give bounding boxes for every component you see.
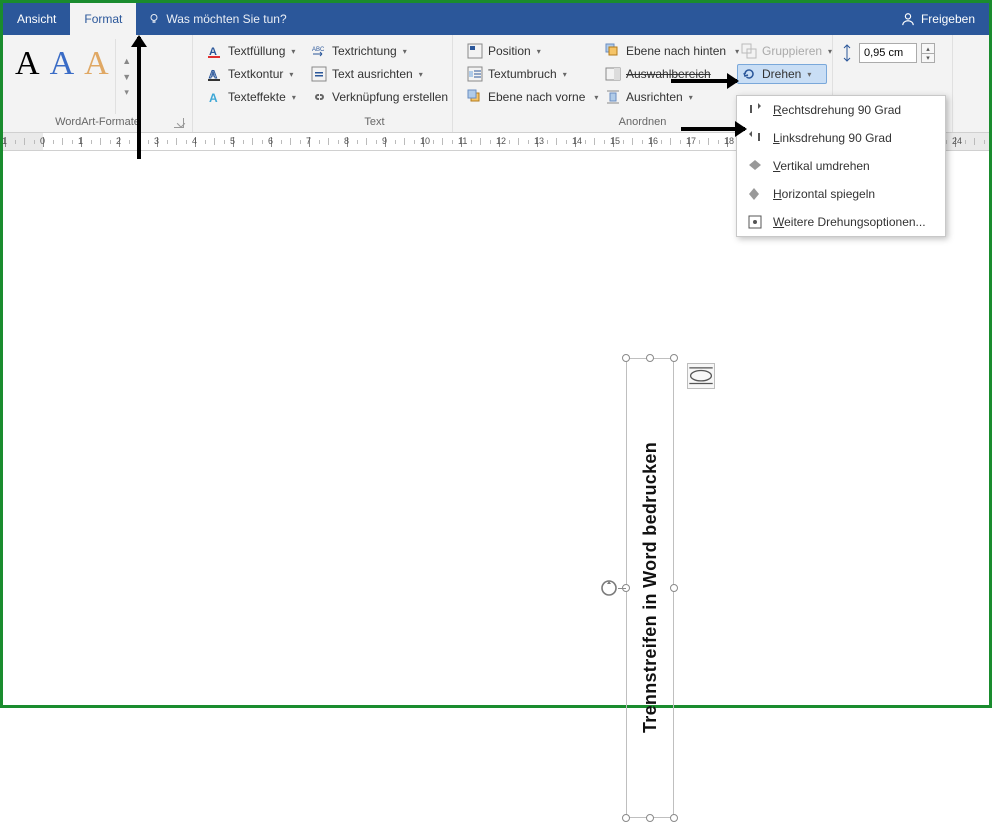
person-icon	[901, 12, 915, 26]
tell-me-label: Was möchten Sie tun?	[166, 12, 286, 26]
group-wordart-stack: A Textfüllung▾ A Textkontur▾ A Texteffek…	[193, 35, 297, 132]
text-outline-button[interactable]: A Textkontur▾	[203, 64, 300, 84]
position-button[interactable]: Position▾	[463, 41, 593, 61]
handle-top-right[interactable]	[670, 354, 678, 362]
group-icon	[741, 43, 757, 59]
spin-up-icon: ▴	[921, 43, 935, 53]
height-spinner[interactable]: ▴▾	[921, 43, 935, 63]
tab-format[interactable]: Format	[70, 3, 136, 35]
tell-me[interactable]: Was möchten Sie tun?	[136, 3, 298, 35]
group-label-wordart: WordArt-Formate	[9, 114, 186, 130]
gallery-nav: ▲ ▼ ▾	[115, 39, 134, 114]
share-label: Freigeben	[921, 12, 975, 26]
align-text-icon	[311, 66, 327, 82]
wordart-style-1[interactable]: A	[15, 47, 40, 81]
height-icon	[839, 44, 855, 62]
share-button[interactable]: Freigeben	[887, 3, 989, 35]
text-direction-icon: ABC	[311, 43, 327, 59]
group-label-text: Text	[303, 114, 446, 130]
handle-top-left[interactable]	[622, 354, 630, 362]
text-effects-icon: A	[207, 89, 223, 105]
text-outline-icon: A	[207, 66, 223, 82]
more-rotation-options[interactable]: Weitere Drehungsoptionen...	[737, 208, 945, 236]
layout-options-button[interactable]	[687, 363, 715, 389]
handle-top[interactable]	[646, 354, 654, 362]
layout-options-icon	[688, 364, 714, 387]
send-backward-button[interactable]: Ebene nach hinten▾	[601, 41, 729, 61]
dialog-launcher-icon[interactable]	[174, 118, 184, 128]
selection-pane-icon	[605, 66, 621, 82]
rotate-right-90[interactable]: Rechtsdrehung 90 Grad	[737, 96, 945, 124]
text-fill-button[interactable]: A Textfüllung▾	[203, 41, 300, 61]
selection-pane-button[interactable]: Auswahlbereich	[601, 64, 729, 84]
flip-horizontal[interactable]: Horizontal spiegeln	[737, 180, 945, 208]
gallery-down-icon[interactable]: ▼	[120, 70, 134, 84]
create-link-button[interactable]: Verknüpfung erstellen	[307, 87, 452, 107]
more-options-icon	[747, 214, 763, 230]
position-icon	[467, 43, 483, 59]
rotate-left-90[interactable]: Linksdrehung 90 Grad	[737, 124, 945, 152]
textbox-selection[interactable]: Trennstreifen in Word bedrucken	[626, 358, 674, 818]
gallery-more-icon[interactable]: ▾	[120, 86, 134, 100]
handle-bottom[interactable]	[646, 814, 654, 822]
text-direction-button[interactable]: ABC Textrichtung▾	[307, 41, 452, 61]
group-text: ABC Textrichtung▾ Text ausrichten▾ Verkn…	[297, 35, 453, 132]
align-button[interactable]: Ausrichten▾	[601, 87, 729, 107]
tab-ansicht[interactable]: Ansicht	[3, 3, 70, 35]
svg-text:ABC: ABC	[312, 47, 325, 53]
rotate-left-icon	[747, 130, 763, 146]
textbox-content[interactable]: Trennstreifen in Word bedrucken	[630, 362, 670, 814]
bring-forward-button[interactable]: Ebene nach vorne▾	[463, 87, 593, 107]
group-button: Gruppieren▾	[737, 41, 827, 61]
flip-vertical-icon	[747, 158, 763, 174]
text-fill-icon: A	[207, 43, 223, 59]
spacer	[299, 3, 887, 35]
wordart-gallery[interactable]: A A A	[9, 39, 115, 89]
handle-bottom-right[interactable]	[670, 814, 678, 822]
lightbulb-icon	[148, 13, 160, 25]
wrap-text-icon	[467, 66, 483, 82]
rotate-button[interactable]: Drehen▾	[737, 64, 827, 84]
svg-text:A: A	[209, 91, 218, 105]
send-backward-icon	[605, 43, 621, 59]
group-wordart: A A A ▲ ▼ ▾ WordArt-Formate	[3, 35, 193, 132]
align-text-button[interactable]: Text ausrichten▾	[307, 64, 452, 84]
spin-down-icon: ▾	[921, 53, 935, 63]
gallery-up-icon[interactable]: ▲	[120, 54, 134, 68]
bring-forward-icon	[467, 89, 483, 105]
rotate-icon	[741, 66, 757, 82]
flip-vertical[interactable]: Vertikal umdrehen	[737, 152, 945, 180]
rotation-handle[interactable]	[600, 579, 618, 597]
text-effects-button[interactable]: A Texteffekte▾	[203, 87, 300, 107]
handle-right[interactable]	[670, 584, 678, 592]
link-icon	[311, 89, 327, 105]
wordart-style-2[interactable]: A	[50, 47, 75, 81]
rotate-right-icon	[747, 102, 763, 118]
wordart-style-3[interactable]: A	[84, 47, 109, 81]
titlebar: Ansicht Format Was möchten Sie tun? Frei…	[3, 3, 989, 35]
handle-bottom-left[interactable]	[622, 814, 630, 822]
wrap-text-button[interactable]: Textumbruch▾	[463, 64, 593, 84]
height-input[interactable]: 0,95 cm	[859, 43, 917, 63]
rotate-menu: Rechtsdrehung 90 Grad Linksdrehung 90 Gr…	[736, 95, 946, 237]
flip-horizontal-icon	[747, 186, 763, 202]
align-icon	[605, 89, 621, 105]
